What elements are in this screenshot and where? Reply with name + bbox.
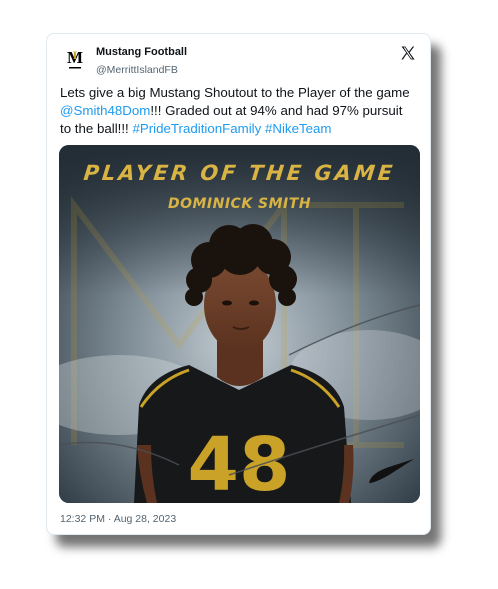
tweet-card[interactable]: M I Mustang Football @MerrittIslandFB Le…: [46, 33, 431, 535]
poster-player-name: DOMINICK SMITH: [167, 196, 312, 212]
tweet-header: M I Mustang Football @MerrittIslandFB: [61, 44, 418, 78]
tweet-timestamp[interactable]: 12:32 PM · Aug 28, 2023: [60, 513, 176, 525]
mustang-logo-icon: M I: [67, 48, 83, 69]
author-name[interactable]: Mustang Football: [96, 46, 187, 58]
tweet-media[interactable]: 48 PLAYER OF THE GAME DOMINICK SMITH: [59, 145, 420, 503]
team-avatar[interactable]: M I: [61, 44, 89, 72]
mention-link[interactable]: @Smith48Dom: [60, 103, 150, 118]
svg-text:I: I: [73, 48, 78, 62]
hashtag-link[interactable]: #PrideTraditionFamily: [132, 121, 261, 136]
jersey-number: 48: [188, 422, 291, 503]
author-handle[interactable]: @MerrittIslandFB: [96, 64, 178, 76]
x-logo-icon[interactable]: [400, 45, 416, 61]
hashtag-link[interactable]: #NikeTeam: [265, 121, 332, 136]
poster-title: PLAYER OF THE GAME: [82, 161, 397, 185]
tweet-text: Lets give a big Mustang Shoutout to the …: [60, 84, 410, 138]
tweet-text-part: Lets give a big Mustang Shoutout to the …: [60, 85, 410, 100]
